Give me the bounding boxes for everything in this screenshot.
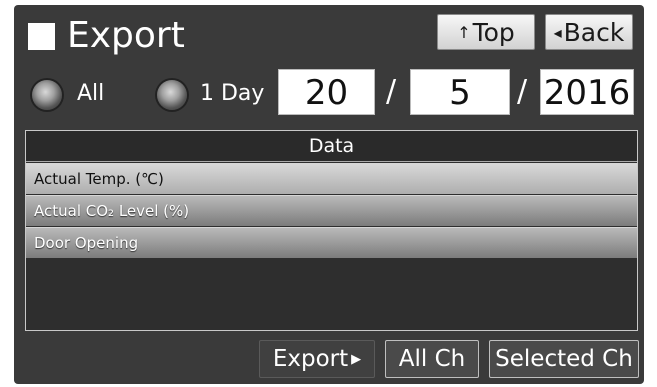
all-radio[interactable] — [32, 80, 62, 110]
back-button[interactable]: ◂Back — [545, 14, 633, 50]
data-list-header: Data — [26, 131, 637, 162]
square-icon — [28, 23, 55, 50]
export-button[interactable]: Export ▶ — [259, 340, 375, 378]
all-channels-button[interactable]: All Ch — [385, 340, 479, 378]
data-list-panel: Data Actual Temp. (℃) Actual CO₂ Level (… — [25, 130, 638, 331]
page-title: Export — [67, 15, 185, 56]
day-field[interactable]: 20 — [278, 69, 375, 115]
date-separator: / — [517, 74, 528, 109]
top-button[interactable]: ↑Top — [437, 14, 535, 50]
year-field[interactable]: 2016 — [540, 69, 634, 115]
data-item-actual-co2[interactable]: Actual CO₂ Level (%) — [26, 195, 637, 226]
data-item-door-opening[interactable]: Door Opening — [26, 227, 637, 258]
all-radio-label[interactable]: All — [77, 79, 104, 109]
top-button-label: Top — [472, 18, 515, 47]
selected-channels-button[interactable]: Selected Ch — [489, 340, 639, 378]
one-day-radio[interactable] — [157, 80, 187, 110]
left-triangle-icon: ◂ — [553, 23, 562, 42]
month-field[interactable]: 5 — [410, 69, 510, 115]
up-arrow-icon: ↑ — [457, 23, 471, 42]
right-triangle-icon: ▶ — [351, 352, 362, 367]
export-button-label: Export — [272, 346, 349, 372]
back-button-label: Back — [563, 18, 625, 47]
date-separator: / — [386, 74, 397, 109]
data-item-actual-temp[interactable]: Actual Temp. (℃) — [26, 163, 637, 194]
one-day-radio-label[interactable]: 1 Day — [200, 79, 264, 109]
export-screen: Export ↑Top ◂Back All 1 Day 20 / 5 / 201… — [14, 5, 644, 384]
